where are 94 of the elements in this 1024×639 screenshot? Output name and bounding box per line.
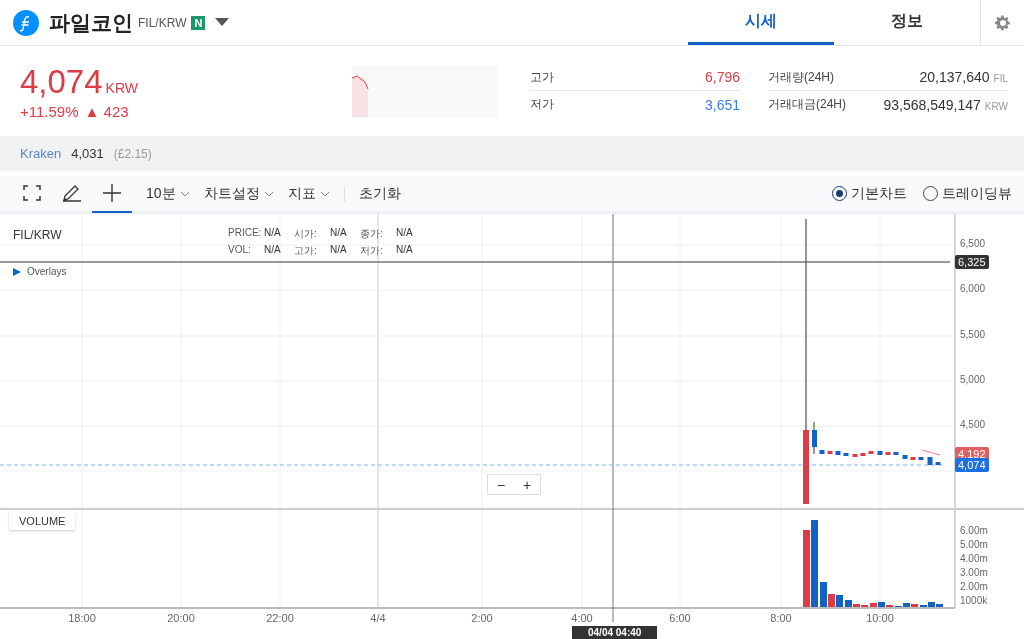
expand-triangle-icon[interactable] [13,267,21,276]
volume-axis-label: 3.00m [960,567,988,578]
candle [935,462,941,465]
stat-unit: FIL [993,73,1008,84]
stat-label: 거래대금(24H) [768,96,846,113]
crosshair-price-tag: 6,325 [955,255,989,269]
overlays-toggle[interactable]: Overlays [27,266,67,277]
pen-icon [62,183,82,202]
volume-axis-label: 5.00m [960,539,988,550]
time-axis-label: 8:00 [769,612,793,624]
info-label: VOL: [228,244,251,255]
time-axis-label: 6:00 [668,612,692,624]
candle [902,455,908,459]
last-price-tag: 4,074 [955,458,989,472]
chevron-icon [179,190,190,197]
candle [819,450,825,454]
candle [877,451,883,455]
stat-label: 저가 [530,96,554,113]
change-percent: +11.59% [20,102,79,120]
info-value: N/A [330,244,347,255]
price-axis-label: 4,500 [960,419,986,430]
chart-type-radio[interactable]: 트레이딩뷰 [923,184,1012,203]
candle [812,421,817,455]
new-badge: N [191,15,206,30]
tab[interactable]: 정보 [834,0,980,45]
exchange-price-gbp: (£2.15) [113,146,152,161]
chevron-icon [319,190,330,197]
change-amount: ▲ 423 [84,102,129,120]
tab[interactable]: 시세 [688,0,834,45]
time-axis-label: 20:00 [166,612,196,624]
dropdown-caret-icon[interactable] [215,18,230,27]
candle [835,451,841,455]
stat-value: 93,568,549,147 [883,96,981,113]
fullscreen-icon [23,184,41,201]
info-label: 시가: [294,227,317,241]
volume-axis-label: 6.00m [960,525,988,536]
time-axis-label: 22:00 [265,612,295,624]
crosshair-icon [103,183,121,202]
volume-axis-label: 1000k [960,595,988,606]
time-axis-label: 4:00 [570,612,594,624]
candle [868,451,874,454]
zoom-in-button[interactable]: + [514,475,540,494]
candle [893,452,899,455]
dropdown-menu[interactable]: 지표 [287,184,330,203]
stat-label: 거래량(24H) [768,68,834,86]
crosshair-time-tag: 04/04 04:40 [572,626,658,639]
info-value: N/A [396,227,413,238]
candle [843,453,849,456]
stat-label: 고가 [530,68,554,86]
dropdown-menu[interactable]: 차트설정 [203,184,274,203]
coin-logo-icon [13,9,39,36]
info-value: N/A [264,227,281,238]
dropdown-menu[interactable]: 10분 [146,184,190,203]
time-axis-label: 10:00 [865,612,895,624]
info-label: 저가: [360,244,383,258]
price-axis-label: 5,500 [960,329,986,340]
chart-type-radio[interactable]: 기본차트 [832,184,907,203]
chevron-icon [263,190,274,197]
volume-label: VOLUME [9,512,76,530]
candle [827,451,833,454]
settings-icon[interactable] [993,13,1012,32]
trading-pair: FIL/KRW [138,15,187,30]
price-axis-label: 6,500 [960,238,986,249]
current-price: 4,074 [20,62,103,101]
reset-button[interactable]: 초기화 [358,184,401,203]
chart-symbol: FIL/KRW [13,228,62,242]
zoom-out-button[interactable]: − [488,475,514,494]
info-label: PRICE: [228,227,262,238]
candle [918,457,924,460]
trend-line [921,449,941,456]
volume-axis-label: 2.00m [960,581,988,592]
volume-axis-label: 4.00m [960,553,988,564]
candle [885,452,891,455]
candle [852,454,858,457]
time-axis-label: 4/4 [369,612,387,624]
coin-name: 파일코인 [49,9,133,36]
info-value: N/A [330,227,347,238]
stat-unit: KRW [984,100,1008,112]
price-axis-label: 5,000 [960,374,986,385]
info-value: N/A [264,244,281,255]
info-value: N/A [396,244,413,255]
info-label: 고가: [294,244,317,258]
stat-value: 20,137,640 [919,69,990,85]
candle [910,457,916,460]
candle [927,457,933,465]
stat-value: 6,796 [704,69,740,85]
stat-value: 3,651 [704,96,740,113]
time-axis-label: 2:00 [470,612,494,624]
time-axis-label: 18:00 [67,612,97,624]
price-axis-label: 6,000 [960,283,986,294]
candle [860,453,866,456]
info-label: 종가: [360,227,383,241]
price-unit: KRW [105,79,138,96]
exchange-price: 4,031 [71,146,104,161]
